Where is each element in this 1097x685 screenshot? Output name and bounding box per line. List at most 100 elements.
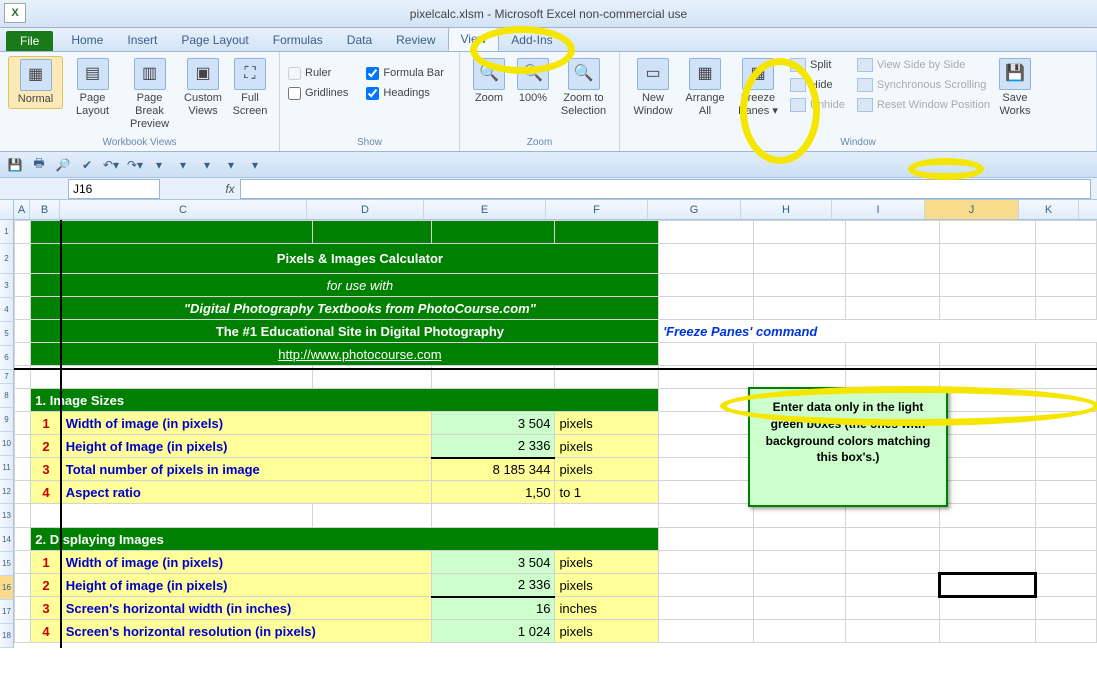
- normal-icon: ▦: [20, 59, 52, 91]
- s2r4-val[interactable]: 1 024: [431, 620, 555, 643]
- selected-cell-j16[interactable]: [940, 574, 1036, 597]
- col-header-D[interactable]: D: [307, 200, 424, 219]
- row-header-18[interactable]: 18: [0, 624, 13, 648]
- gridlines-checkbox[interactable]: Gridlines: [288, 84, 348, 102]
- col-header-K[interactable]: K: [1019, 200, 1079, 219]
- qat-spell-icon[interactable]: ✔: [78, 156, 96, 174]
- headings-checkbox[interactable]: Headings: [366, 84, 444, 102]
- row-header-9[interactable]: 9: [0, 408, 13, 432]
- s2r3-unit: inches: [555, 597, 659, 620]
- tab-view[interactable]: View: [448, 27, 500, 51]
- s2r3-val[interactable]: 16: [431, 597, 555, 620]
- qat-misc-1-icon[interactable]: ▾: [150, 156, 168, 174]
- col-header-E[interactable]: E: [424, 200, 546, 219]
- unhide-icon: [790, 98, 806, 112]
- new-window-button[interactable]: ▭New Window: [628, 56, 678, 120]
- custom-views-button[interactable]: ▣Custom Views: [179, 56, 227, 120]
- row-header-11[interactable]: 11: [0, 456, 13, 480]
- full-screen-icon: ⛶: [234, 58, 266, 90]
- qat-undo-icon[interactable]: ↶▾: [102, 156, 120, 174]
- worksheet[interactable]: ABCDEFGHIJK 123456789101112131415161718 …: [0, 200, 1097, 685]
- s2r2-num: 2: [31, 574, 61, 597]
- row-header-12[interactable]: 12: [0, 480, 13, 504]
- formula-input[interactable]: [240, 179, 1091, 199]
- col-header-G[interactable]: G: [648, 200, 741, 219]
- unhide-button[interactable]: Unhide: [790, 96, 845, 114]
- reset-position-button[interactable]: Reset Window Position: [857, 96, 990, 114]
- row-header-6[interactable]: 6: [0, 346, 13, 370]
- normal-view-button[interactable]: ▦Normal: [8, 56, 63, 109]
- group-show: Ruler Gridlines Formula Bar Headings Sho…: [280, 52, 460, 151]
- arrange-all-button[interactable]: ▦Arrange All: [680, 56, 730, 120]
- select-all-corner[interactable]: [0, 200, 14, 220]
- s2r1-label: Width of image (in pixels): [61, 551, 431, 574]
- tab-data[interactable]: Data: [335, 29, 384, 51]
- row-header-14[interactable]: 14: [0, 528, 13, 552]
- s1r3-num: 3: [31, 458, 61, 481]
- hide-icon: [790, 78, 806, 92]
- formula-bar-checkbox[interactable]: Formula Bar: [366, 64, 444, 82]
- tab-addins[interactable]: Add-Ins: [499, 29, 564, 51]
- s1r2-val[interactable]: 2 336: [431, 435, 555, 458]
- zoom-button[interactable]: 🔍Zoom: [468, 56, 510, 107]
- s2r1-val[interactable]: 3 504: [431, 551, 555, 574]
- zoom-100-button[interactable]: 🔍100%: [512, 56, 554, 107]
- split-button[interactable]: Split: [790, 56, 845, 74]
- row-header-10[interactable]: 10: [0, 432, 13, 456]
- tab-formulas[interactable]: Formulas: [261, 29, 335, 51]
- row-header-2[interactable]: 2: [0, 244, 13, 274]
- tab-home[interactable]: Home: [59, 29, 115, 51]
- qat-save-icon[interactable]: 💾: [6, 156, 24, 174]
- group-workbook-views: ▦Normal ▤Page Layout ▥Page Break Preview…: [0, 52, 280, 151]
- zoom-selection-button[interactable]: 🔍Zoom to Selection: [556, 56, 611, 120]
- s2r2-val[interactable]: 2 336: [431, 574, 555, 597]
- full-screen-button[interactable]: ⛶Full Screen: [229, 56, 271, 120]
- s2r3-num: 3: [31, 597, 61, 620]
- ruler-checkbox[interactable]: Ruler: [288, 64, 348, 82]
- hide-button[interactable]: Hide: [790, 76, 845, 94]
- row-header-3[interactable]: 3: [0, 274, 13, 298]
- col-header-F[interactable]: F: [546, 200, 648, 219]
- col-header-J[interactable]: J: [925, 200, 1019, 219]
- s1r1-val[interactable]: 3 504: [431, 412, 555, 435]
- row-header-5[interactable]: 5: [0, 322, 13, 346]
- qat-misc-4-icon[interactable]: ▾: [222, 156, 240, 174]
- qat-redo-icon[interactable]: ↷▾: [126, 156, 144, 174]
- qat-print-icon[interactable]: 🖶: [30, 156, 48, 174]
- tab-review[interactable]: Review: [384, 29, 447, 51]
- row-header-1[interactable]: 1: [0, 220, 13, 244]
- save-workspace-button[interactable]: 💾Save Works: [992, 56, 1038, 120]
- tab-page-layout[interactable]: Page Layout: [169, 29, 260, 51]
- section2-header: 2. Displaying Images: [31, 528, 659, 551]
- qat-misc-3-icon[interactable]: ▾: [198, 156, 216, 174]
- freeze-panes-button[interactable]: ▦Freeze Panes ▾: [732, 56, 784, 120]
- sync-scroll-button[interactable]: Synchronous Scrolling: [857, 76, 990, 94]
- col-header-C[interactable]: C: [60, 200, 307, 219]
- row-header-4[interactable]: 4: [0, 298, 13, 322]
- row-header-13[interactable]: 13: [0, 504, 13, 528]
- row-header-7[interactable]: 7: [0, 370, 13, 384]
- qat-misc-2-icon[interactable]: ▾: [174, 156, 192, 174]
- qat-misc-5-icon[interactable]: ▾: [246, 156, 264, 174]
- qat-preview-icon[interactable]: 🔎: [54, 156, 72, 174]
- row-header-15[interactable]: 15: [0, 552, 13, 576]
- name-box[interactable]: J16: [68, 179, 160, 199]
- s2r4-unit: pixels: [555, 620, 659, 643]
- col-header-H[interactable]: H: [741, 200, 832, 219]
- fx-label: fx: [220, 182, 240, 196]
- col-header-I[interactable]: I: [832, 200, 925, 219]
- page-break-button[interactable]: ▥Page Break Preview: [122, 56, 177, 134]
- col-header-B[interactable]: B: [30, 200, 60, 219]
- page-layout-button[interactable]: ▤Page Layout: [65, 56, 120, 120]
- side-by-side-button[interactable]: View Side by Side: [857, 56, 990, 74]
- group-label-show: Show: [288, 136, 451, 149]
- row-header-8[interactable]: 8: [0, 384, 13, 408]
- tab-file[interactable]: File: [6, 31, 53, 51]
- row-header-17[interactable]: 17: [0, 600, 13, 624]
- column-headers[interactable]: ABCDEFGHIJK: [14, 200, 1097, 220]
- row-headers[interactable]: 123456789101112131415161718: [0, 220, 14, 648]
- row-header-16[interactable]: 16: [0, 576, 13, 600]
- calc-link[interactable]: http://www.photocourse.com: [61, 343, 658, 366]
- col-header-A[interactable]: A: [14, 200, 30, 219]
- tab-insert[interactable]: Insert: [115, 29, 169, 51]
